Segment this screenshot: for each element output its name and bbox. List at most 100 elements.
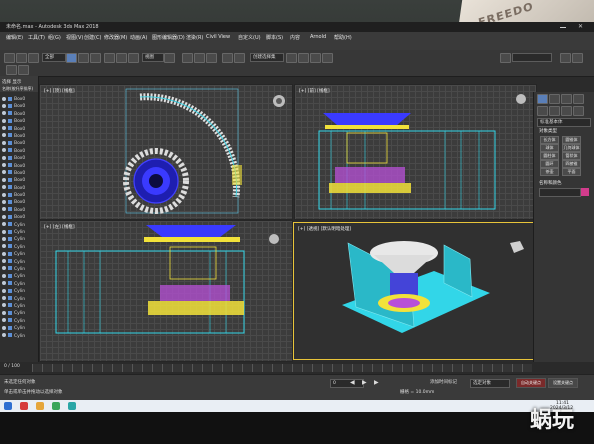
modify-tab-icon[interactable]: [549, 94, 560, 104]
menu-item-modifiers[interactable]: 修改器(M): [104, 34, 127, 41]
name-and-color-header[interactable]: 名称和颜色: [539, 180, 562, 186]
angle-snap-icon[interactable]: [194, 53, 205, 63]
mirror-icon[interactable]: [222, 53, 233, 63]
visibility-eye-icon[interactable]: [2, 111, 6, 116]
visibility-eye-icon[interactable]: [2, 96, 6, 101]
shapes-icon[interactable]: [549, 106, 560, 116]
scene-object-row[interactable]: Box0: [0, 207, 38, 214]
scene-object-row[interactable]: Box0: [0, 140, 38, 147]
scene-object-row[interactable]: Box0: [0, 148, 38, 155]
minimize-icon[interactable]: [560, 27, 566, 28]
wps-icon[interactable]: [20, 402, 28, 410]
menu-item-animation[interactable]: 动画(A): [130, 34, 147, 41]
object-color-swatch[interactable]: [581, 188, 589, 196]
undo-icon[interactable]: [4, 53, 15, 63]
visibility-eye-icon[interactable]: [2, 310, 6, 315]
scene-object-row[interactable]: Box0: [0, 177, 38, 184]
3dsmax-icon[interactable]: [68, 402, 76, 410]
play-icon[interactable]: ▶: [362, 379, 367, 386]
move-icon[interactable]: [104, 53, 115, 63]
scene-explorer-tabs[interactable]: 选择 显示: [2, 79, 21, 85]
add-time-tag[interactable]: 添加时间标记: [430, 379, 457, 385]
scene-object-row[interactable]: Box0: [0, 199, 38, 206]
search-icon[interactable]: [572, 53, 583, 63]
track-bar[interactable]: [32, 364, 532, 372]
menu-item-scripting[interactable]: 脚本(S): [266, 34, 283, 41]
geometry-icon[interactable]: [537, 106, 548, 116]
frame-field[interactable]: 0: [330, 379, 364, 388]
viewport-left[interactable]: [+] [左] [线框]: [39, 220, 293, 362]
visibility-eye-icon[interactable]: [2, 229, 6, 234]
menu-item-arnold[interactable]: Arnold: [310, 34, 326, 40]
scene-object-row[interactable]: Cylin: [0, 296, 38, 303]
layer-icon[interactable]: [6, 65, 17, 75]
cameras-icon[interactable]: [573, 106, 584, 116]
menu-item-views[interactable]: 视图(V): [66, 34, 83, 41]
lights-icon[interactable]: [561, 106, 572, 116]
scene-object-row[interactable]: Box0: [0, 155, 38, 162]
pivot-icon[interactable]: [164, 53, 175, 63]
menu-item-graph-editors[interactable]: 图形编辑器(D): [152, 34, 185, 41]
scene-object-row[interactable]: Cylin: [0, 281, 38, 288]
scene-object-row[interactable]: Cylin: [0, 266, 38, 273]
create-tab-icon[interactable]: [537, 94, 548, 104]
start-icon[interactable]: [4, 402, 12, 410]
menu-item-tools[interactable]: 工具(T): [28, 34, 45, 41]
visibility-eye-icon[interactable]: [2, 192, 6, 197]
workspace-icon[interactable]: [500, 53, 511, 63]
snap-icon[interactable]: [182, 53, 193, 63]
set-key-button[interactable]: 设置关键点: [548, 378, 578, 388]
viewport-top[interactable]: [+] [顶] [线框]: [39, 84, 293, 220]
menu-item-help[interactable]: 帮助(H): [334, 34, 352, 41]
autokey-button[interactable]: 自动关键点: [516, 378, 546, 388]
rectangular-selection-icon[interactable]: [90, 53, 101, 63]
scene-object-row[interactable]: Box0: [0, 163, 38, 170]
render-setup-icon[interactable]: [310, 53, 321, 63]
visibility-eye-icon[interactable]: [2, 177, 6, 182]
visibility-eye-icon[interactable]: [2, 133, 6, 138]
scene-object-row[interactable]: Cylin: [0, 251, 38, 258]
scene-object-row[interactable]: Box0: [0, 103, 38, 110]
visibility-eye-icon[interactable]: [2, 170, 6, 175]
visibility-eye-icon[interactable]: [2, 266, 6, 271]
object-type-button[interactable]: 圆柱体: [540, 152, 559, 160]
next-frame-icon[interactable]: ▶: [374, 379, 379, 386]
visibility-eye-icon[interactable]: [2, 288, 6, 293]
visibility-eye-icon[interactable]: [2, 214, 6, 219]
scene-object-row[interactable]: Box0: [0, 170, 38, 177]
menu-item-customize[interactable]: 自定义(U): [238, 34, 261, 41]
scale-icon[interactable]: [128, 53, 139, 63]
object-type-button[interactable]: 长方体: [540, 136, 559, 144]
object-type-button[interactable]: 圆锥体: [562, 136, 581, 144]
workspace-dropdown[interactable]: [512, 53, 552, 62]
scene-object-row[interactable]: Cylin: [0, 318, 38, 325]
scene-object-row[interactable]: Box0: [0, 214, 38, 221]
scene-object-row[interactable]: Box0: [0, 111, 38, 118]
scene-object-row[interactable]: Cylin: [0, 325, 38, 332]
visibility-eye-icon[interactable]: [2, 259, 6, 264]
percent-snap-icon[interactable]: [206, 53, 217, 63]
prev-frame-icon[interactable]: ◀: [350, 379, 355, 386]
scene-object-row[interactable]: Cylin: [0, 244, 38, 251]
scene-object-row[interactable]: Box0: [0, 185, 38, 192]
viewcube-perspective-icon[interactable]: [510, 241, 524, 253]
visibility-eye-icon[interactable]: [2, 296, 6, 301]
material-editor-icon[interactable]: [298, 53, 309, 63]
visibility-eye-icon[interactable]: [2, 155, 6, 160]
link-icon[interactable]: [28, 53, 39, 63]
visibility-eye-icon[interactable]: [2, 222, 6, 227]
scene-object-row[interactable]: Cylin: [0, 229, 38, 236]
help-icon[interactable]: [560, 53, 571, 63]
scene-object-row[interactable]: Box0: [0, 126, 38, 133]
viewport-perspective[interactable]: [+] [透视] [默认明暗处理]: [293, 222, 536, 360]
object-type-button[interactable]: 茶壶: [540, 168, 559, 176]
menu-item-content[interactable]: 内容: [290, 34, 300, 41]
browser-icon[interactable]: [36, 402, 44, 410]
selected-dropdown[interactable]: 选定对象: [470, 379, 510, 388]
visibility-eye-icon[interactable]: [2, 251, 6, 256]
visibility-eye-icon[interactable]: [2, 236, 6, 241]
visibility-eye-icon[interactable]: [2, 244, 6, 249]
scene-object-row[interactable]: Box0: [0, 96, 38, 103]
object-type-button[interactable]: 几何球体: [562, 144, 581, 152]
selection-filter-dropdown[interactable]: 全部: [42, 53, 66, 62]
